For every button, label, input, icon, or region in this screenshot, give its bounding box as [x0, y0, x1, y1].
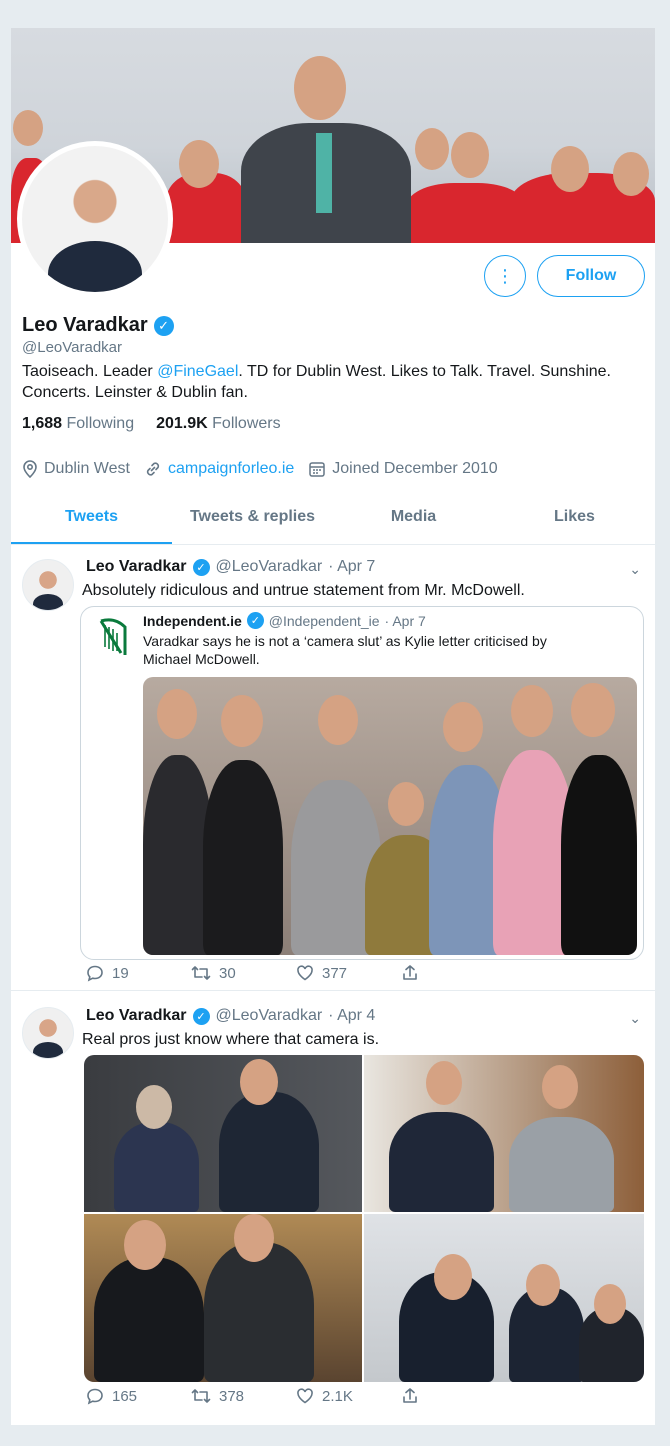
quote-date: · Apr 7	[384, 612, 426, 629]
chevron-down-icon[interactable]: ⌄	[629, 561, 641, 578]
tweet-header: Leo Varadkar ✓ @LeoVaradkar · Apr 7	[86, 558, 375, 576]
tweet-avatar[interactable]	[22, 559, 74, 611]
location: Dublin West	[22, 460, 130, 478]
joined-text: Joined December 2010	[332, 460, 498, 477]
calendar-icon	[309, 462, 326, 477]
tweet-divider	[11, 990, 655, 991]
link-icon	[146, 462, 160, 476]
reply-button[interactable]: 165	[86, 1387, 191, 1405]
like-count: 377	[322, 964, 348, 982]
followers-link[interactable]: 201.9K Followers	[156, 415, 281, 433]
quote-photo[interactable]	[143, 677, 637, 955]
verified-badge-icon: ✓	[153, 315, 174, 336]
bio-mention-link[interactable]: @FineGael	[157, 363, 238, 380]
tweet-avatar[interactable]	[22, 1007, 74, 1059]
location-text: Dublin West	[44, 460, 130, 477]
quote-header: Independent.ie ✓ @Independent_ie · Apr 7	[143, 612, 426, 629]
tweet-author-handle[interactable]: @LeoVaradkar	[216, 1007, 323, 1025]
profile-handle: @LeoVaradkar	[22, 339, 123, 356]
following-count: 1,688	[22, 415, 63, 432]
share-icon	[403, 965, 417, 980]
tweet-actions: 165 378 2.1K	[86, 1387, 506, 1405]
profile-counts: 1,688 Following 201.9K Followers	[22, 415, 281, 433]
more-options-icon: ⋮	[496, 266, 514, 286]
share-icon	[403, 1388, 417, 1403]
tweet-text: Real pros just know where that camera is…	[82, 1031, 380, 1048]
tweet-photo-2[interactable]	[364, 1055, 644, 1212]
bio-text: Taoiseach. Leader	[22, 363, 158, 380]
quote-author-name: Independent.ie	[143, 612, 242, 629]
tweet-date[interactable]: · Apr 4	[328, 1007, 375, 1025]
tweet-author-name[interactable]: Leo Varadkar	[86, 1007, 187, 1025]
chevron-down-icon[interactable]: ⌄	[629, 1010, 641, 1027]
more-options-button[interactable]: ⋮	[484, 255, 526, 297]
heart-icon	[297, 1388, 313, 1404]
profile-tabs: Tweets Tweets & replies Media Likes	[11, 498, 655, 545]
website-link[interactable]: campaignforleo.ie	[168, 460, 294, 478]
reply-icon	[87, 1388, 103, 1405]
tab-likes[interactable]: Likes	[494, 498, 655, 544]
reply-count: 19	[112, 964, 129, 982]
retweet-icon	[191, 966, 211, 980]
profile-avatar[interactable]	[17, 141, 173, 297]
tweet-actions: 19 30 377	[86, 964, 506, 982]
quoted-tweet[interactable]: Independent.ie ✓ @Independent_ie · Apr 7…	[80, 606, 644, 960]
reply-button[interactable]: 19	[86, 964, 191, 982]
quote-author-handle: @Independent_ie	[268, 612, 380, 629]
location-pin-icon	[23, 460, 37, 478]
share-button[interactable]	[401, 964, 506, 982]
tweet-photo-1[interactable]	[84, 1055, 362, 1212]
retweet-count: 378	[219, 1387, 245, 1405]
tweet-date[interactable]: · Apr 7	[328, 558, 375, 576]
following-link[interactable]: 1,688 Following	[22, 415, 134, 433]
website: campaignforleo.ie	[144, 460, 294, 478]
profile-name-text: Leo Varadkar	[22, 314, 148, 336]
share-button[interactable]	[401, 1387, 506, 1405]
tab-tweets-and-replies[interactable]: Tweets & replies	[172, 498, 333, 544]
reply-icon	[87, 965, 103, 982]
heart-icon	[297, 965, 313, 981]
following-label: Following	[66, 415, 135, 432]
profile-name: Leo Varadkar ✓	[22, 314, 174, 337]
tweet-text: Absolutely ridiculous and untrue stateme…	[82, 582, 525, 599]
verified-badge-icon: ✓	[246, 612, 264, 629]
tab-media[interactable]: Media	[333, 498, 494, 544]
followers-count: 201.9K	[156, 415, 208, 432]
verified-badge-icon: ✓	[192, 558, 210, 576]
verified-badge-icon: ✓	[192, 1007, 210, 1025]
reply-count: 165	[112, 1387, 138, 1405]
like-button[interactable]: 377	[296, 964, 401, 982]
quote-text: Varadkar says he is not a ‘camera slut’ …	[143, 633, 547, 667]
tweet-photo-4[interactable]	[364, 1214, 644, 1382]
profile-meta: Dublin West campaignforleo.ie Joined Dec…	[22, 460, 498, 478]
tab-tweets[interactable]: Tweets	[11, 498, 172, 544]
tweet-photo-3[interactable]	[84, 1214, 362, 1382]
like-count: 2.1K	[322, 1387, 353, 1405]
retweet-count: 30	[219, 964, 236, 982]
retweet-button[interactable]: 378	[191, 1387, 296, 1405]
like-button[interactable]: 2.1K	[296, 1387, 401, 1405]
tweet-header: Leo Varadkar ✓ @LeoVaradkar · Apr 4	[86, 1007, 375, 1025]
tweet-author-handle[interactable]: @LeoVaradkar	[216, 558, 323, 576]
follow-button[interactable]: Follow	[537, 255, 645, 297]
profile-bio: Taoiseach. Leader @FineGael. TD for Dubl…	[22, 361, 642, 403]
tweet-author-name[interactable]: Leo Varadkar	[86, 558, 187, 576]
harp-logo-icon	[95, 617, 131, 659]
retweet-button[interactable]: 30	[191, 964, 296, 982]
retweet-icon	[191, 1389, 211, 1403]
followers-label: Followers	[212, 415, 281, 432]
joined-date: Joined December 2010	[308, 460, 498, 478]
profile-card: ⋮ Follow Leo Varadkar ✓ @LeoVaradkar Tao…	[11, 28, 655, 1425]
